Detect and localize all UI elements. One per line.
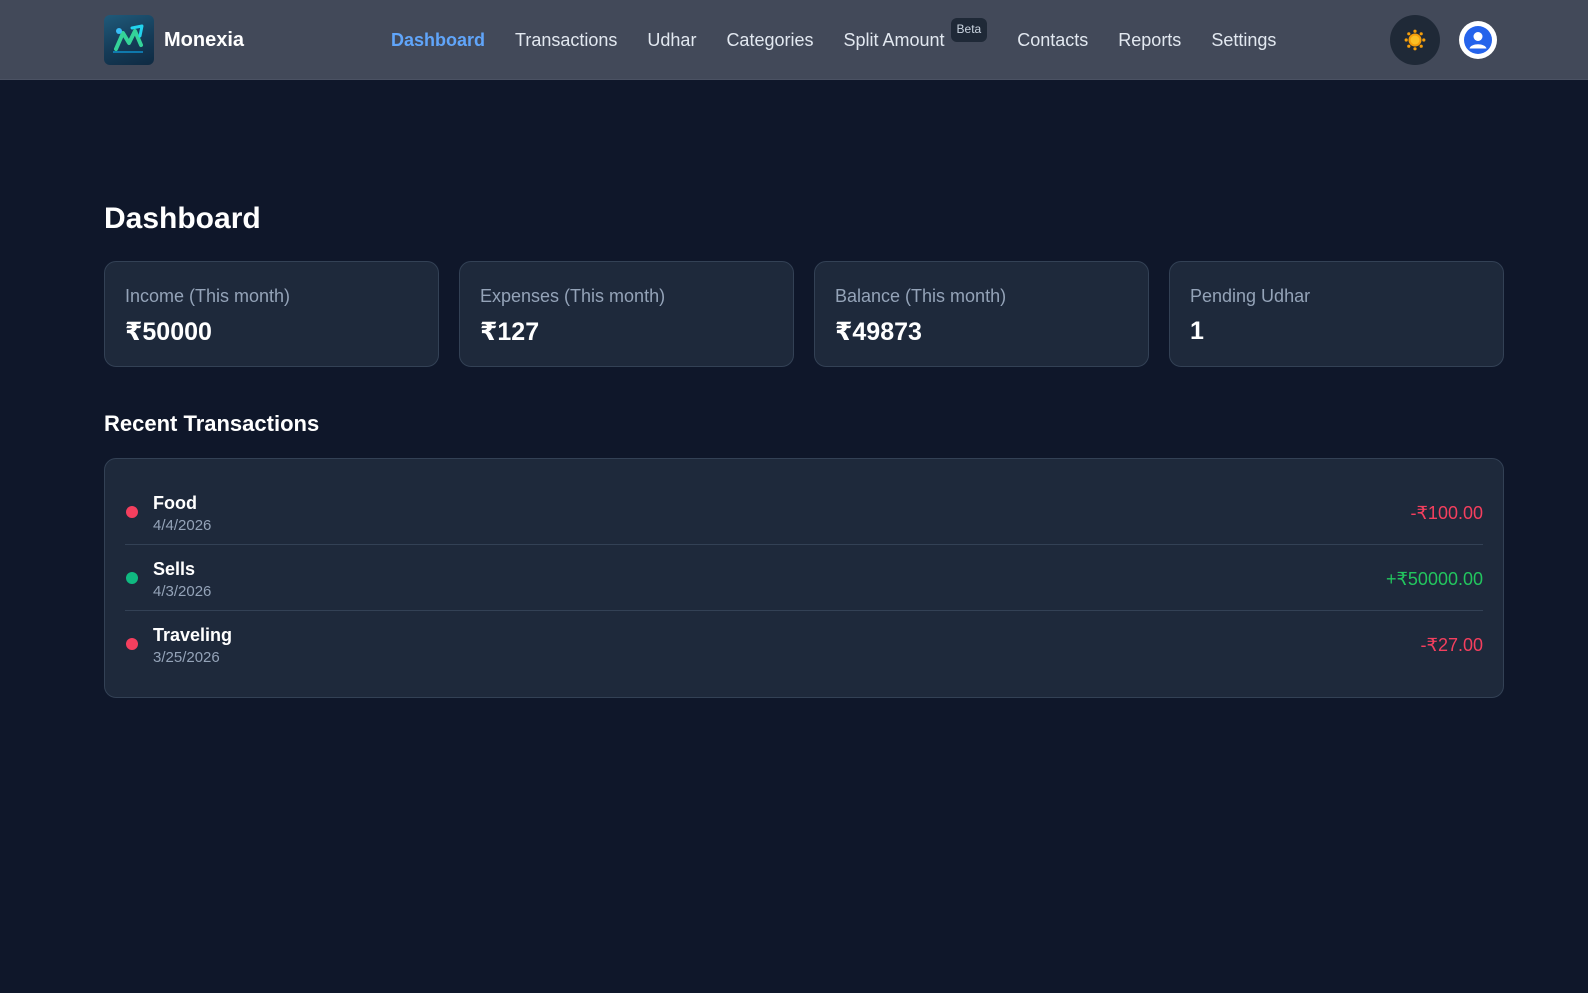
transaction-row[interactable]: Food 4/4/2026 -₹100.00: [125, 479, 1483, 545]
transaction-amount: -₹27.00: [1420, 635, 1484, 655]
transaction-amount: +₹50000.00: [1385, 569, 1483, 589]
stat-label: Income (This month): [125, 286, 291, 306]
page-title: Dashboard: [104, 202, 261, 235]
expense-dot-icon: [126, 506, 138, 518]
nav-item-udhar[interactable]: Udhar: [647, 30, 696, 51]
stat-value: 1: [1190, 317, 1204, 345]
transaction-category: Sells: [153, 559, 196, 579]
stat-value: ₹49873: [835, 318, 922, 346]
income-dot-icon: [126, 572, 138, 584]
user-avatar-icon: [1464, 26, 1492, 54]
monexia-logo-icon: [104, 15, 154, 65]
transaction-row[interactable]: Sells 4/3/2026 +₹50000.00: [125, 545, 1483, 611]
transaction-date: 4/3/2026: [153, 583, 212, 600]
top-navbar: Monexia Dashboard Transactions Udhar Cat…: [0, 0, 1588, 80]
nav-item-settings[interactable]: Settings: [1211, 30, 1276, 51]
nav-item-contacts[interactable]: Contacts: [1017, 30, 1088, 51]
transaction-row[interactable]: Traveling 3/25/2026 -₹27.00: [125, 611, 1483, 677]
nav-item-transactions[interactable]: Transactions: [515, 30, 617, 51]
transaction-date: 3/25/2026: [153, 649, 220, 666]
stat-label: Pending Udhar: [1190, 286, 1311, 306]
stat-card-expenses: Expenses (This month) ₹127: [459, 261, 794, 367]
main-nav: Dashboard Transactions Udhar Categories …: [391, 0, 1306, 80]
nav-item-reports[interactable]: Reports: [1118, 30, 1181, 51]
sun-icon: [1404, 29, 1426, 51]
stat-label: Expenses (This month): [480, 286, 666, 306]
brand-home-link[interactable]: Monexia: [104, 15, 244, 65]
transaction-date: 4/4/2026: [153, 517, 212, 534]
profile-avatar-button[interactable]: [1459, 21, 1497, 59]
beta-badge: Beta: [950, 18, 988, 42]
stat-label: Balance (This month): [835, 286, 1007, 306]
recent-transactions-list: Food 4/4/2026 -₹100.00 Sells 4/3/2026 +₹…: [104, 458, 1504, 698]
stat-value: ₹127: [480, 318, 540, 346]
stat-card-balance: Balance (This month) ₹49873: [814, 261, 1149, 367]
transaction-category: Traveling: [153, 625, 233, 645]
transaction-category: Food: [153, 493, 197, 513]
stat-card-pending-udhar: Pending Udhar 1: [1169, 261, 1504, 367]
expense-dot-icon: [126, 638, 138, 650]
brand-name: Monexia: [164, 28, 245, 51]
theme-toggle-button[interactable]: [1390, 15, 1440, 65]
stat-value: ₹50000: [125, 318, 212, 346]
nav-item-categories[interactable]: Categories: [726, 30, 813, 51]
nav-item-dashboard[interactable]: Dashboard: [391, 30, 485, 51]
nav-item-split-amount[interactable]: Split Amount Beta: [843, 18, 988, 51]
recent-transactions-title: Recent Transactions: [104, 411, 320, 436]
nav-item-split-amount-label: Split Amount: [843, 29, 945, 50]
stat-card-income: Income (This month) ₹50000: [104, 261, 439, 367]
transaction-amount: -₹100.00: [1410, 503, 1483, 523]
